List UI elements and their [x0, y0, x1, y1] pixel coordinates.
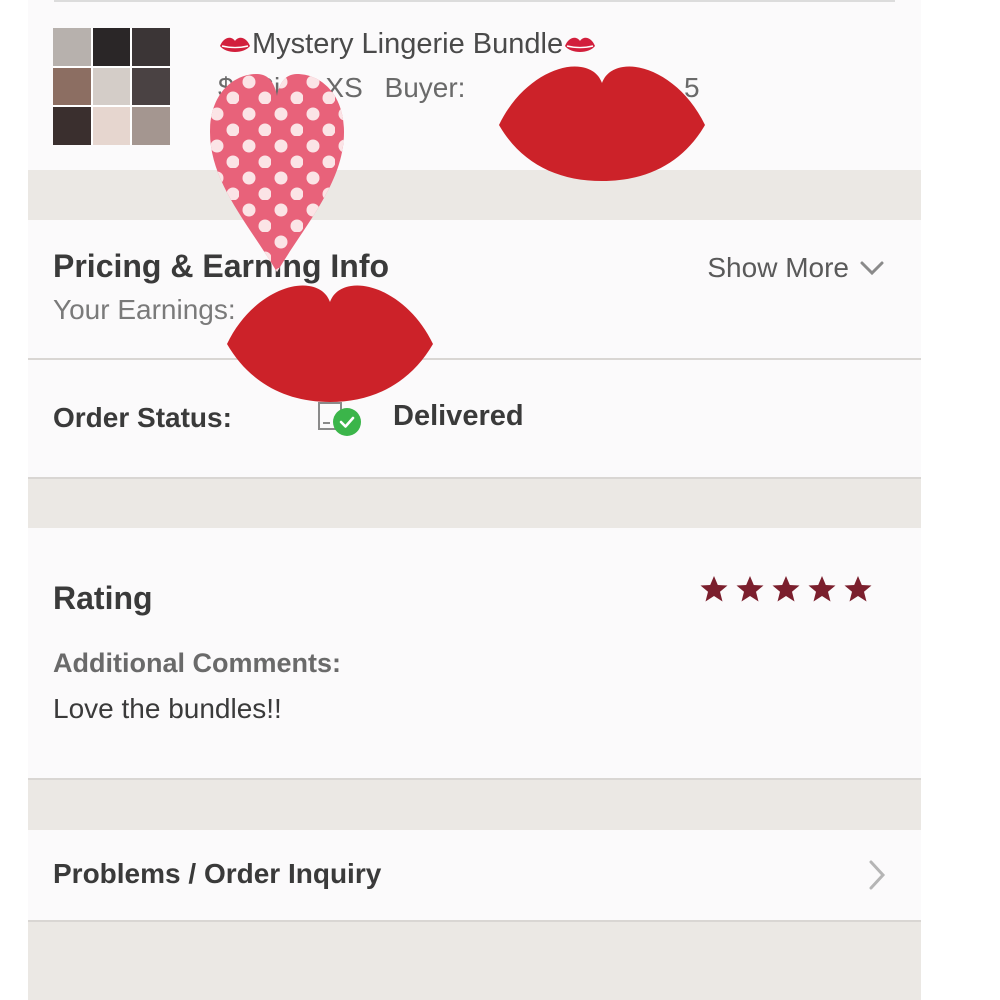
package-check-icon — [318, 402, 361, 436]
chevron-down-icon — [860, 261, 884, 276]
lips-kiss-icon — [220, 38, 250, 53]
thumbnail-photo — [92, 67, 131, 106]
show-more-button[interactable]: Show More — [707, 252, 885, 284]
order-details-screen: Mystery Lingerie Bundle $ Size: XS Buyer… — [28, 0, 921, 1000]
red-lips-sticker — [499, 66, 705, 181]
section-divider — [28, 477, 921, 479]
star-icon — [808, 576, 836, 602]
lips-kiss-icon — [565, 38, 596, 53]
item-title[interactable]: Mystery Lingerie Bundle — [218, 28, 597, 61]
section-divider — [28, 778, 921, 780]
star-icon — [736, 576, 764, 602]
section-divider — [28, 920, 921, 922]
pricing-card: Pricing & Earning Info Your Earnings: Sh… — [28, 220, 921, 358]
top-divider — [54, 0, 895, 2]
item-thumbnail[interactable] — [53, 28, 170, 145]
thumbnail-photo — [132, 67, 170, 106]
additional-comments-text: Love the bundles!! — [53, 693, 282, 724]
order-status-label: Order Status: — [53, 402, 232, 433]
thumbnail-photo — [53, 28, 91, 66]
order-status-card: Order Status: Delivered — [28, 360, 921, 477]
star-rating — [699, 574, 873, 604]
thumbnail-photo — [92, 107, 131, 145]
rating-title: Rating — [53, 580, 153, 616]
thumbnail-photo — [53, 107, 91, 145]
problems-order-inquiry-row[interactable]: Problems / Order Inquiry — [28, 830, 921, 920]
star-icon — [700, 576, 728, 602]
red-lips-sticker — [227, 285, 433, 402]
thumbnail-photo — [132, 107, 170, 145]
order-status-value: Delivered — [393, 400, 524, 432]
item-buyer: Buyer: — [384, 72, 466, 103]
thumbnail-photo — [92, 28, 131, 66]
additional-comments-label: Additional Comments: — [53, 648, 341, 678]
star-icon — [844, 576, 872, 602]
item-title-text: Mystery Lingerie Bundle — [252, 28, 564, 60]
your-earnings-label: Your Earnings: — [53, 294, 236, 325]
chevron-right-icon — [869, 860, 886, 890]
problems-order-inquiry-label: Problems / Order Inquiry — [53, 858, 382, 889]
rating-card: Rating Additional Comments: Love the bun… — [28, 528, 921, 778]
item-card[interactable]: Mystery Lingerie Bundle $ Size: XS Buyer… — [28, 0, 921, 170]
thumbnail-photo — [53, 67, 91, 106]
star-icon — [772, 576, 800, 602]
show-more-label: Show More — [707, 252, 849, 283]
polka-dot-heart-sticker — [210, 74, 344, 272]
thumbnail-photo — [132, 28, 170, 66]
